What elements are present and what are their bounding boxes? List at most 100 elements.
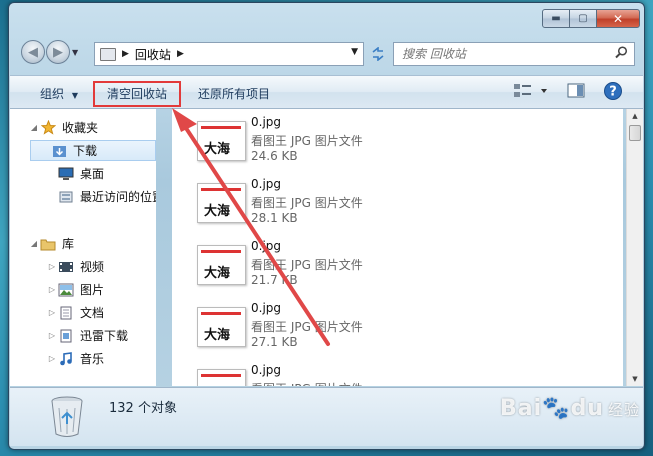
nav-buttons: ◀ ▶ ▼ bbox=[21, 40, 78, 64]
expand-arrow-icon[interactable]: ▷ bbox=[46, 331, 58, 340]
file-name: 0.jpg bbox=[251, 301, 282, 315]
star-icon bbox=[40, 120, 56, 135]
nav-item-label: 最近访问的位置 bbox=[80, 190, 156, 204]
breadcrumb-recycle-bin[interactable]: 回收站 bbox=[135, 46, 171, 63]
baidu-jingyan-watermark: Bai🐾du 经验 bbox=[500, 396, 640, 421]
forward-arrow-icon: ▶ bbox=[53, 44, 63, 60]
refresh-icon bbox=[372, 47, 384, 61]
expand-arrow-icon[interactable]: ▷ bbox=[46, 285, 58, 294]
restore-all-items-button[interactable]: 还原所有项目 bbox=[198, 85, 270, 102]
view-list-icon bbox=[514, 84, 547, 97]
file-name: 0.jpg bbox=[251, 177, 282, 191]
file-type: 看图王 JPG 图片文件 bbox=[251, 320, 363, 334]
file-item[interactable]: 大海 0.jpg 看图王 JPG 图片文件 27.1 KB bbox=[172, 295, 592, 357]
search-input[interactable] bbox=[400, 46, 604, 62]
minimize-button[interactable]: ▬ bbox=[542, 9, 570, 28]
svg-text:?: ? bbox=[609, 85, 617, 100]
documents-library-icon bbox=[58, 306, 74, 320]
breadcrumb-separator-icon[interactable]: ▶ bbox=[122, 49, 129, 59]
nav-favorites[interactable]: ◢ 收藏夹 bbox=[28, 117, 156, 138]
nav-item-documents[interactable]: ▷ 文档 bbox=[46, 302, 104, 323]
search-icon[interactable] bbox=[615, 46, 628, 63]
nav-item-label: 图片 bbox=[80, 283, 105, 297]
back-button[interactable]: ◀ bbox=[21, 40, 45, 64]
downloads-folder-icon bbox=[51, 144, 67, 158]
paw-icon: 🐾 bbox=[542, 396, 571, 421]
nav-item-music[interactable]: ▷ 音乐 bbox=[46, 348, 104, 369]
close-button[interactable]: ✕ bbox=[596, 9, 640, 28]
expand-arrow-icon[interactable]: ▷ bbox=[46, 354, 58, 363]
file-thumbnail: 大海 bbox=[197, 245, 246, 285]
recent-pages-dropdown[interactable]: ▼ bbox=[72, 48, 78, 57]
file-type: 看图王 JPG 图片文件 bbox=[251, 380, 363, 386]
help-button[interactable]: ? bbox=[603, 81, 623, 104]
videos-library-icon bbox=[58, 260, 74, 274]
file-thumbnail: 大海 bbox=[197, 183, 246, 223]
file-name: 0.jpg bbox=[251, 115, 282, 129]
breadcrumb-separator-icon[interactable]: ▶ bbox=[177, 49, 184, 59]
music-note-icon bbox=[58, 351, 74, 366]
navigation-pane: ◢ 收藏夹 下载 桌面 最近访问的位置 ◢ 库 ▷ 视频 ▷ 图片 ▷ 文档 ▷… bbox=[10, 109, 156, 386]
maximize-button[interactable]: ▢ bbox=[569, 9, 597, 28]
nav-item-xunlei-downloads[interactable]: ▷ 迅雷下载 bbox=[46, 325, 128, 346]
nav-item-label: 下载 bbox=[73, 144, 98, 158]
expand-arrow-icon[interactable]: ◢ bbox=[28, 239, 40, 248]
nav-item-downloads[interactable]: 下载 bbox=[30, 140, 156, 161]
expand-arrow-icon[interactable]: ▷ bbox=[46, 262, 58, 271]
nav-item-label: 文档 bbox=[80, 306, 105, 320]
file-type: 看图王 JPG 图片文件 bbox=[251, 196, 363, 210]
nav-item-pictures[interactable]: ▷ 图片 bbox=[46, 279, 104, 300]
file-list: 大海 0.jpg 看图王 JPG 图片文件 24.6 KB 大海 0.jpg 看… bbox=[172, 109, 623, 386]
file-list-scrollbar[interactable]: ▲ ▼ bbox=[626, 109, 643, 386]
file-thumbnail: 大海 bbox=[197, 121, 246, 161]
expand-arrow-icon[interactable]: ▷ bbox=[46, 308, 58, 317]
pictures-library-icon bbox=[58, 283, 74, 297]
xunlei-downloads-icon bbox=[58, 329, 74, 343]
forward-button[interactable]: ▶ bbox=[46, 40, 70, 64]
nav-libraries[interactable]: ◢ 库 bbox=[28, 233, 74, 254]
preview-pane-icon bbox=[567, 83, 585, 98]
file-item[interactable]: 大海 0.jpg 看图王 JPG 图片文件 21.7 KB bbox=[172, 233, 592, 295]
file-size: 28.1 KB bbox=[251, 211, 298, 225]
preview-pane-button[interactable] bbox=[567, 82, 585, 103]
file-item[interactable]: 大海 0.jpg 看图王 JPG 图片文件 28.1 KB bbox=[172, 171, 592, 233]
nav-item-label: 迅雷下载 bbox=[80, 329, 129, 343]
file-type: 看图王 JPG 图片文件 bbox=[251, 258, 363, 272]
scroll-up-arrow-icon[interactable]: ▲ bbox=[627, 112, 643, 120]
annotation-highlight-box bbox=[93, 81, 181, 107]
libraries-label: 库 bbox=[62, 237, 75, 251]
nav-item-label: 音乐 bbox=[80, 352, 105, 366]
object-count: 132 个对象 bbox=[109, 401, 177, 416]
file-item[interactable]: 0.jpg 看图王 JPG 图片文件 bbox=[172, 357, 592, 386]
file-type: 看图王 JPG 图片文件 bbox=[251, 134, 363, 148]
nav-item-recent-places[interactable]: 最近访问的位置 bbox=[58, 186, 156, 207]
file-thumbnail: 大海 bbox=[197, 307, 246, 347]
caption-buttons: ▬ ▢ ✕ bbox=[542, 9, 640, 28]
recycle-bin-small-icon bbox=[100, 47, 116, 61]
expand-arrow-icon[interactable]: ◢ bbox=[28, 123, 40, 132]
nav-item-label: 视频 bbox=[80, 260, 105, 274]
file-size: 21.7 KB bbox=[251, 273, 298, 287]
address-bar[interactable]: ▶ 回收站 ▶ ▼ bbox=[94, 42, 364, 66]
scrollbar-thumb[interactable] bbox=[629, 125, 641, 141]
scroll-down-arrow-icon[interactable]: ▼ bbox=[627, 375, 643, 383]
nav-item-videos[interactable]: ▷ 视频 bbox=[46, 256, 104, 277]
address-dropdown-icon[interactable]: ▼ bbox=[351, 47, 358, 57]
search-box[interactable] bbox=[393, 42, 635, 66]
desktop-icon bbox=[58, 167, 74, 181]
file-name: 0.jpg bbox=[251, 363, 282, 377]
chevron-down-icon: ▼ bbox=[71, 91, 78, 100]
back-arrow-icon: ◀ bbox=[28, 44, 38, 60]
file-size: 27.1 KB bbox=[251, 335, 298, 349]
nav-item-desktop[interactable]: 桌面 bbox=[58, 163, 104, 184]
explorer-window: ▬ ▢ ✕ ◀ ▶ ▼ ▶ 回收站 ▶ ▼ 组织 ▼ 清空回收站 还原所有项目 bbox=[8, 2, 645, 450]
recycle-bin-icon bbox=[51, 396, 83, 437]
refresh-button[interactable] bbox=[365, 42, 391, 66]
view-options-button[interactable] bbox=[513, 82, 553, 103]
file-size: 24.6 KB bbox=[251, 149, 298, 163]
file-item[interactable]: 大海 0.jpg 看图王 JPG 图片文件 24.6 KB bbox=[172, 109, 592, 171]
file-name: 0.jpg bbox=[251, 239, 282, 253]
libraries-icon bbox=[40, 237, 56, 251]
organize-menu[interactable]: 组织 ▼ bbox=[40, 85, 78, 102]
nav-item-label: 桌面 bbox=[80, 167, 105, 181]
